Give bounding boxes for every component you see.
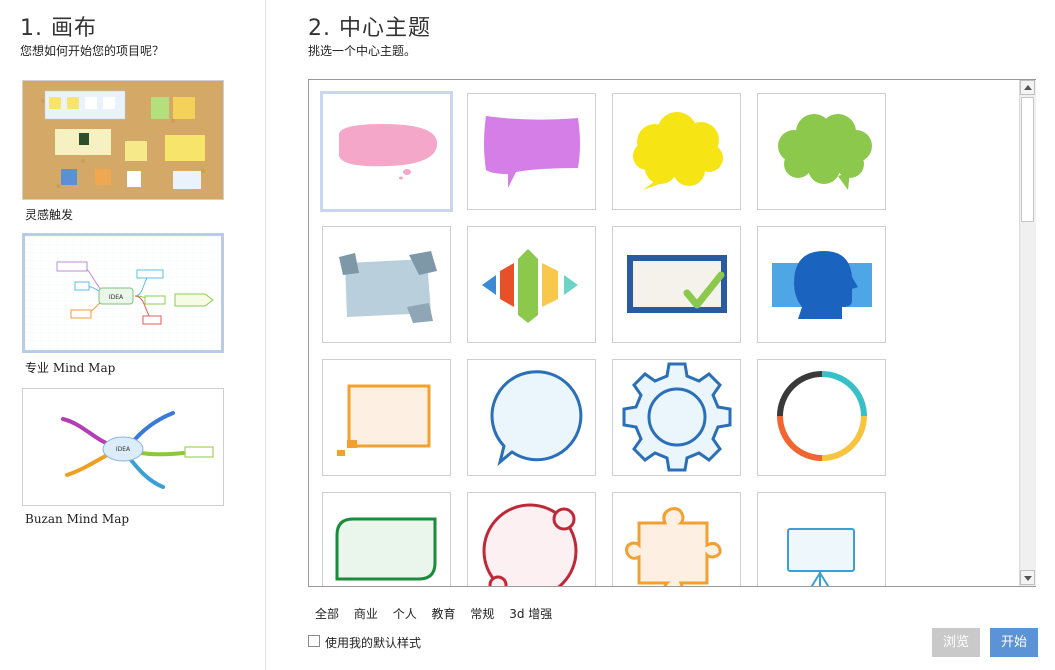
- canvas-option-professional[interactable]: IDEA 专业 Mind Map: [22, 233, 226, 376]
- start-button[interactable]: 开始: [990, 628, 1038, 657]
- theme-gear[interactable]: [612, 359, 741, 476]
- filter-personal[interactable]: 个人: [393, 607, 417, 621]
- theme-section-title: 2. 中心主题: [308, 16, 431, 41]
- default-style-label: 使用我的默认样式: [325, 636, 422, 650]
- theme-yellow-cloud[interactable]: [612, 93, 741, 210]
- canvas-option-label: 灵感触发: [25, 208, 74, 222]
- filter-all[interactable]: 全部: [315, 607, 339, 621]
- theme-orange-frame[interactable]: [322, 359, 451, 476]
- canvas-section-subtitle: 您想如何开始您的项目呢？: [20, 44, 165, 58]
- filter-general[interactable]: 常规: [470, 607, 494, 621]
- theme-green-rounded-box[interactable]: [322, 492, 451, 586]
- canvas-section-title: 1. 画布: [20, 16, 97, 41]
- theme-colorful-arrows[interactable]: [467, 226, 596, 343]
- buzan-thumbnail: IDEA: [22, 388, 224, 506]
- scroll-up-button[interactable]: [1020, 80, 1035, 95]
- mindmap-thumbnail: IDEA: [22, 233, 224, 353]
- buzan-thumb-center-text: IDEA: [116, 446, 131, 453]
- theme-puzzle-piece[interactable]: [612, 492, 741, 586]
- theme-red-circles[interactable]: [467, 492, 596, 586]
- theme-torn-paper[interactable]: [322, 226, 451, 343]
- theme-blue-speech-circle[interactable]: [467, 359, 596, 476]
- theme-grid-scrollbar[interactable]: [1019, 80, 1036, 586]
- theme-purple-speech-bubble[interactable]: [467, 93, 596, 210]
- filter-education[interactable]: 教育: [432, 607, 456, 621]
- section-divider: [265, 0, 266, 670]
- filter-3d[interactable]: 3d 增强: [509, 607, 552, 621]
- canvas-option-inspiration[interactable]: 灵感触发: [22, 80, 226, 223]
- canvas-option-label: Buzan Mind Map: [25, 512, 130, 526]
- theme-grid: [308, 79, 1036, 587]
- scroll-thumb[interactable]: [1021, 97, 1034, 222]
- canvas-option-label: 专业 Mind Map: [25, 361, 116, 375]
- filter-business[interactable]: 商业: [354, 607, 378, 621]
- browse-button[interactable]: 浏览: [932, 628, 980, 657]
- category-filters: 全部 商业 个人 教育 常规 3d 增强: [315, 605, 563, 622]
- scroll-down-button[interactable]: [1020, 570, 1035, 585]
- theme-green-cloud[interactable]: [757, 93, 886, 210]
- canvas-option-buzan[interactable]: IDEA Buzan Mind Map: [22, 388, 226, 526]
- default-style-checkbox[interactable]: [308, 635, 320, 647]
- theme-head-silhouette[interactable]: [757, 226, 886, 343]
- theme-easel-board[interactable]: [757, 492, 886, 586]
- pro-thumb-center-text: IDEA: [109, 294, 124, 301]
- theme-section-subtitle: 挑选一个中心主题。: [308, 44, 417, 58]
- corkboard-thumbnail: [22, 80, 224, 200]
- theme-pink-thought-bubble[interactable]: [320, 91, 453, 212]
- theme-framed-checkmark[interactable]: [612, 226, 741, 343]
- theme-multicolor-ring[interactable]: [757, 359, 886, 476]
